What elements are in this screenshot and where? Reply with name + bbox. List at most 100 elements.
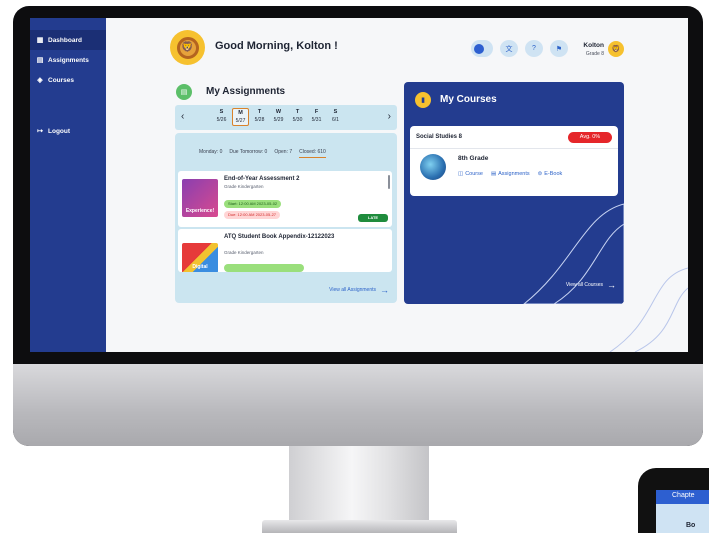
assignments-section-icon: ▤: [176, 84, 192, 100]
day-letter: S: [333, 109, 338, 115]
course-book-icon: ◫: [458, 171, 464, 177]
sidebar-item-label: Courses: [48, 76, 75, 84]
secondary-device-peek: Chapte Bo: [638, 468, 709, 533]
assignment-filters: Monday: 0 Due Tomorrow: 0 Open: 7 Closed…: [199, 149, 326, 158]
day-letter: M: [238, 110, 243, 116]
day-wednesday[interactable]: W 5/29: [270, 108, 287, 126]
lion-avatar: 🦁: [170, 30, 205, 65]
day-date: 5/26: [216, 117, 227, 123]
peek-header: Chapte: [656, 490, 709, 504]
user-grade: Grade 8: [585, 51, 604, 57]
assignment-thumbnail: Experience!: [182, 179, 218, 217]
clipboard-icon: ▤: [490, 171, 497, 177]
peek-body: Bo: [656, 504, 709, 533]
courses-title: My Courses: [440, 94, 497, 105]
filter-open[interactable]: Open: 7: [274, 149, 292, 158]
translate-icon: 文: [505, 45, 513, 53]
flag-button[interactable]: ⚑: [550, 40, 568, 57]
assignment-title: ATQ Student Book Appendix-12122023: [224, 234, 335, 240]
day-date: 5/30: [292, 117, 303, 123]
sidebar-item-assignments[interactable]: ▤ Assignments: [30, 50, 106, 70]
monitor-mockup: ▦ Dashboard ▤ Assignments ◈ Courses ↦ Lo…: [0, 0, 709, 533]
assignment-title: End-of-Year Assessment 2: [224, 176, 300, 182]
list-scrollbar[interactable]: [388, 175, 390, 189]
day-friday[interactable]: F 5/31: [308, 108, 325, 126]
course-name: Social Studies 8: [416, 134, 463, 140]
course-links: ◫ Course ▤ Assignments ⊜ E-Book: [458, 171, 562, 177]
day-date: 5/27: [235, 118, 246, 124]
assignment-thumbnail: Digital: [182, 243, 218, 272]
monitor-chin: [13, 364, 703, 446]
late-status-badge: LATE: [358, 214, 388, 222]
assignment-due-date: Due: 12:00 AM 2023-05-27: [224, 211, 281, 219]
day-saturday[interactable]: S 6/1: [327, 108, 344, 126]
monitor-stand-base: [262, 520, 457, 533]
assignments-panel: Monday: 0 Due Tomorrow: 0 Open: 7 Closed…: [175, 133, 397, 303]
day-sunday[interactable]: S 5/26: [213, 108, 230, 126]
flag-icon: ⚑: [555, 45, 563, 53]
thumbnail-logo-text: Digital: [192, 264, 208, 270]
assignments-title: My Assignments: [206, 86, 286, 97]
monitor-stand-neck: [289, 446, 429, 522]
assignment-grade: Grade Kindergarten: [224, 250, 264, 255]
logout-label: Logout: [48, 127, 71, 135]
arrow-right-icon: →: [380, 285, 389, 295]
prev-week-chevron-icon[interactable]: ‹: [181, 111, 184, 122]
greeting-text: Good Morning, Kolton !: [215, 40, 338, 52]
day-date: 5/31: [311, 117, 322, 123]
filter-closed[interactable]: Closed: 610: [299, 149, 326, 158]
thumbnail-logo-text: Experience!: [185, 208, 215, 214]
lion-icon: 🦁: [611, 46, 621, 53]
day-letter: T: [295, 109, 300, 115]
course-link-label: Course: [465, 171, 483, 177]
filter-monday[interactable]: Monday: 0: [199, 149, 222, 158]
help-icon: ?: [532, 45, 536, 52]
next-week-chevron-icon[interactable]: ›: [388, 111, 391, 122]
user-name: Kolton: [583, 42, 604, 49]
sidebar-item-dashboard[interactable]: ▦ Dashboard: [30, 30, 106, 50]
ebook-link[interactable]: ⊜ E-Book: [538, 171, 563, 177]
day-date: 5/29: [273, 117, 284, 123]
ebook-link-label: E-Book: [544, 171, 563, 177]
course-link[interactable]: ◫ Course: [458, 171, 483, 177]
assignments-link-label: Assignments: [498, 171, 530, 177]
logout-icon: ↦: [37, 128, 43, 135]
sidebar-item-label: Assignments: [48, 56, 89, 64]
day-monday[interactable]: M 5/27: [232, 108, 249, 126]
day-date: 5/28: [254, 117, 265, 123]
week-selector: ‹ S 5/26 M 5/27 T 5/28 W 5/29 T 5/30 F 5/31 S 6…: [175, 105, 397, 130]
assignments-link[interactable]: ▤ Assignments: [491, 171, 530, 177]
day-letter: S: [219, 109, 224, 115]
user-avatar[interactable]: 🦁: [608, 41, 624, 57]
view-all-assignments-link[interactable]: View all Assignments →: [329, 285, 389, 295]
view-all-assignments-label: View all Assignments: [329, 287, 376, 293]
day-letter: F: [314, 109, 319, 115]
toggle-knob-icon: [474, 43, 484, 54]
courses-icon: ◈: [37, 77, 43, 84]
divider: [410, 148, 618, 149]
filter-due-tomorrow[interactable]: Due Tomorrow: 0: [229, 149, 267, 158]
app-screen: ▦ Dashboard ▤ Assignments ◈ Courses ↦ Lo…: [30, 18, 688, 352]
theme-toggle[interactable]: [471, 40, 493, 57]
header-actions: 文 ? ⚑: [471, 40, 568, 57]
day-letter: W: [275, 109, 282, 115]
ebook-icon: ⊜: [537, 171, 543, 177]
course-average-badge: Avg. 0%: [568, 132, 612, 143]
help-button[interactable]: ?: [525, 40, 543, 57]
assignment-grade: Grade Kindergarten: [224, 184, 264, 189]
day-letter: T: [257, 109, 262, 115]
dashboard-icon: ▦: [36, 37, 44, 44]
assignments-icon: ▤: [36, 57, 44, 64]
assignment-start-date: [224, 264, 304, 272]
decorative-swirl: [609, 267, 688, 352]
day-tuesday[interactable]: T 5/28: [251, 108, 268, 126]
logout-button[interactable]: ↦ Logout: [30, 121, 106, 141]
sidebar-item-courses[interactable]: ◈ Courses: [30, 70, 106, 90]
translate-button[interactable]: 文: [500, 40, 518, 57]
day-thursday[interactable]: T 5/30: [289, 108, 306, 126]
day-date: 6/1: [332, 117, 339, 123]
sidebar-nav: ▦ Dashboard ▤ Assignments ◈ Courses: [30, 30, 106, 90]
assignment-card[interactable]: Digital ATQ Student Book Appendix-121220…: [178, 229, 392, 272]
sidebar: ▦ Dashboard ▤ Assignments ◈ Courses ↦ Lo…: [30, 18, 106, 352]
assignment-card[interactable]: Experience! End-of-Year Assessment 2 Gra…: [178, 171, 392, 227]
